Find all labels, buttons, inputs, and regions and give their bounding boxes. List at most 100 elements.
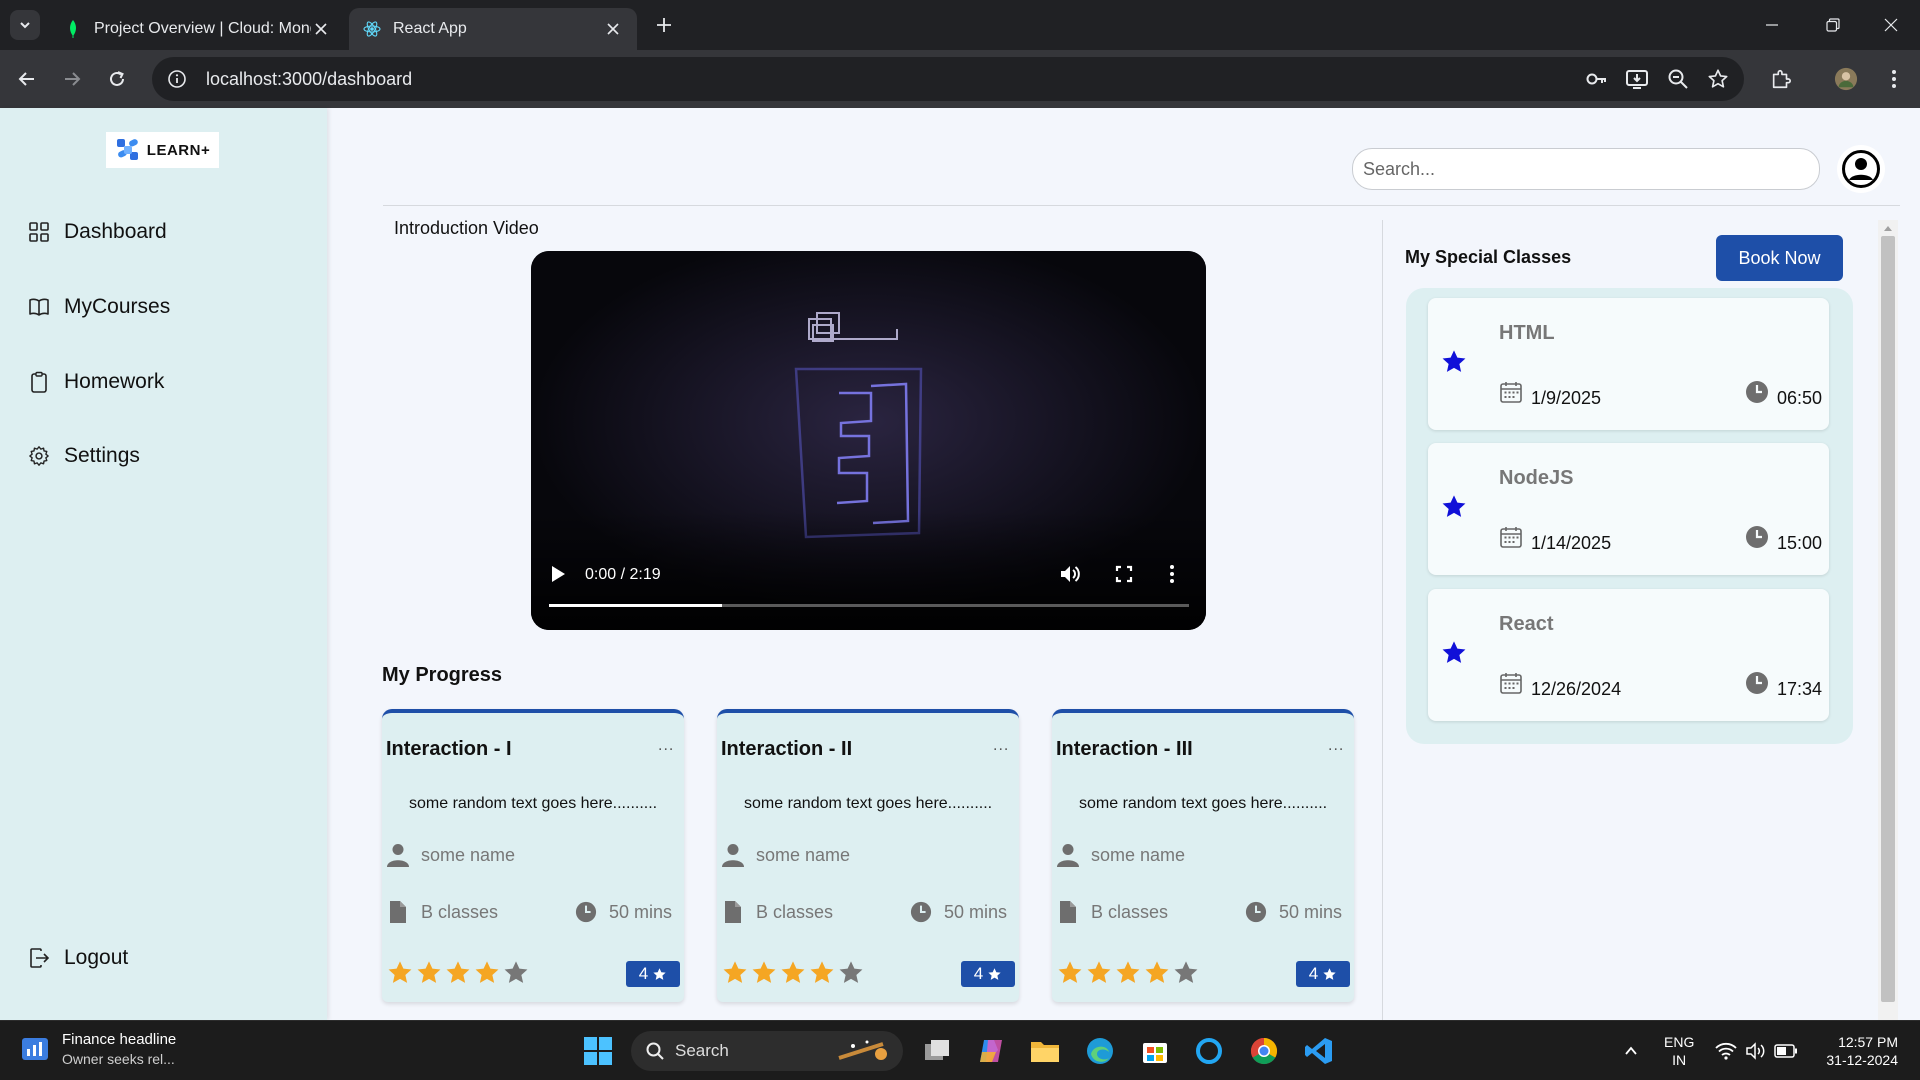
reload-icon (110, 71, 124, 86)
video-time: 0:00 / 2:19 (585, 566, 661, 583)
task-view-button[interactable] (920, 1033, 956, 1069)
special-class-card[interactable]: React 12/26/2024 17:34 (1428, 589, 1829, 721)
cortana-app[interactable] (1191, 1033, 1227, 1069)
browser-menu-icon[interactable] (1882, 67, 1906, 91)
close-window-button[interactable] (1878, 12, 1904, 38)
search-input[interactable] (1352, 148, 1820, 190)
react-logo-icon (363, 20, 381, 38)
extensions-puzzle-icon[interactable] (1769, 67, 1793, 91)
news-widget[interactable]: Finance headline Owner seeks rel... (20, 1031, 176, 1067)
star-filled-icon (417, 961, 441, 983)
card-title: Interaction - II (721, 738, 853, 760)
card-classes: B classes (387, 900, 498, 924)
new-tab-button[interactable] (652, 13, 676, 37)
video-progress-bar[interactable] (549, 604, 1189, 607)
card-more-button[interactable]: ... (1328, 737, 1344, 755)
profile-avatar-icon[interactable] (1834, 67, 1858, 91)
site-info-icon[interactable] (162, 64, 192, 94)
grid-icon (29, 222, 49, 242)
taskbar-search[interactable]: Search (631, 1031, 903, 1071)
input-language[interactable]: ENG IN (1664, 1033, 1694, 1069)
back-button[interactable] (14, 66, 40, 92)
rating-value: 4 (973, 964, 984, 983)
minimize-button[interactable] (1759, 12, 1785, 38)
tab-project-overview[interactable]: Project Overview | Cloud: Mong (50, 8, 345, 50)
user-avatar[interactable] (1837, 145, 1885, 193)
card-more-button[interactable]: ... (993, 737, 1009, 755)
password-key-icon[interactable] (1585, 67, 1609, 91)
minimize-icon (1766, 24, 1778, 26)
special-classes-title: My Special Classes (1405, 247, 1572, 267)
logout-label: Logout (64, 946, 129, 969)
chrome-app[interactable] (1246, 1033, 1282, 1069)
sidebar-item-mycourses[interactable]: MyCourses (28, 295, 170, 319)
scrollbar-thumb[interactable] (1881, 236, 1895, 1002)
fullscreen-icon (1115, 565, 1133, 583)
video-options-button[interactable] (1169, 564, 1175, 584)
play-button[interactable] (549, 564, 567, 584)
vscode-app[interactable] (1301, 1033, 1337, 1069)
sidebar-item-homework[interactable]: Homework (28, 370, 164, 394)
plus-icon (657, 18, 671, 32)
special-class-card[interactable]: NodeJS 1/14/2025 15:00 (1428, 443, 1829, 575)
close-tab-icon[interactable] (603, 19, 623, 39)
file-explorer-app[interactable] (1027, 1033, 1063, 1069)
rating-badge: 4 (626, 961, 680, 987)
star-empty-icon (839, 961, 863, 983)
close-tab-icon[interactable] (311, 19, 331, 39)
store-app[interactable] (1137, 1033, 1173, 1069)
progress-card[interactable]: Interaction - III... some random text goe… (1052, 709, 1354, 1002)
install-app-icon[interactable] (1625, 67, 1649, 91)
vscode-icon (1305, 1038, 1332, 1064)
tab-search-button[interactable] (10, 10, 40, 40)
star-rating (386, 959, 530, 987)
class-date: 1/9/2025 (1499, 381, 1601, 409)
special-class-card[interactable]: HTML 1/9/2025 06:50 (1428, 298, 1829, 430)
zoom-icon[interactable] (1666, 67, 1690, 91)
page-scrollbar[interactable] (1878, 220, 1898, 1020)
star-filled-icon (1442, 641, 1466, 663)
class-name: HTML (1499, 322, 1555, 344)
forward-button[interactable] (59, 66, 85, 92)
chevron-up-icon (1625, 1046, 1637, 1055)
news-subtitle: Owner seeks rel... (62, 1051, 175, 1067)
system-clock[interactable]: 12:57 PM 31-12-2024 (1818, 1033, 1898, 1069)
progress-card[interactable]: Interaction - I... some random text goes … (382, 709, 684, 1002)
browser-toolbar: localhost:3000/dashboard (0, 50, 1920, 108)
copilot-app[interactable] (973, 1033, 1009, 1069)
volume-button[interactable] (1059, 564, 1081, 584)
book-icon (29, 298, 49, 316)
logo-text: LEARN+ (146, 141, 211, 159)
bookmark-star-icon[interactable] (1706, 67, 1730, 91)
duration-label: 50 mins (609, 901, 673, 922)
card-description: some random text goes here.......... (1079, 795, 1328, 812)
rating-value: 4 (638, 964, 649, 983)
news-chart-icon (22, 1038, 48, 1060)
address-bar[interactable]: localhost:3000/dashboard (152, 57, 1744, 101)
intro-video-player[interactable]: 0:00 / 2:19 (531, 251, 1206, 630)
windows-logo-icon (584, 1037, 612, 1065)
book-now-button[interactable]: Book Now (1716, 235, 1843, 281)
logo[interactable]: LEARN+ (106, 132, 219, 168)
sidebar-item-settings[interactable]: Settings (28, 444, 140, 468)
star-empty-icon (504, 961, 528, 983)
date-text: 1/14/2025 (1531, 533, 1612, 553)
sidebar-item-label: Homework (64, 370, 165, 393)
edge-app[interactable] (1082, 1033, 1118, 1069)
class-date: 12/26/2024 (1499, 672, 1621, 700)
my-progress-title: My Progress (382, 664, 503, 686)
show-hidden-icons-button[interactable] (1613, 1033, 1649, 1069)
restore-button[interactable] (1820, 12, 1846, 38)
card-more-button[interactable]: ... (658, 737, 674, 755)
fullscreen-button[interactable] (1115, 565, 1133, 583)
progress-card[interactable]: Interaction - II... some random text goes… (717, 709, 1019, 1002)
arrow-left-icon (18, 72, 34, 86)
logout-button[interactable]: Logout (28, 946, 128, 970)
classes-label: B classes (1091, 901, 1169, 922)
reload-button[interactable] (104, 66, 130, 92)
document-icon (725, 901, 741, 923)
start-button[interactable] (580, 1033, 616, 1069)
sidebar-item-dashboard[interactable]: Dashboard (28, 220, 167, 244)
battery-status[interactable] (1768, 1033, 1804, 1069)
tab-react-app[interactable]: React App (349, 8, 637, 50)
